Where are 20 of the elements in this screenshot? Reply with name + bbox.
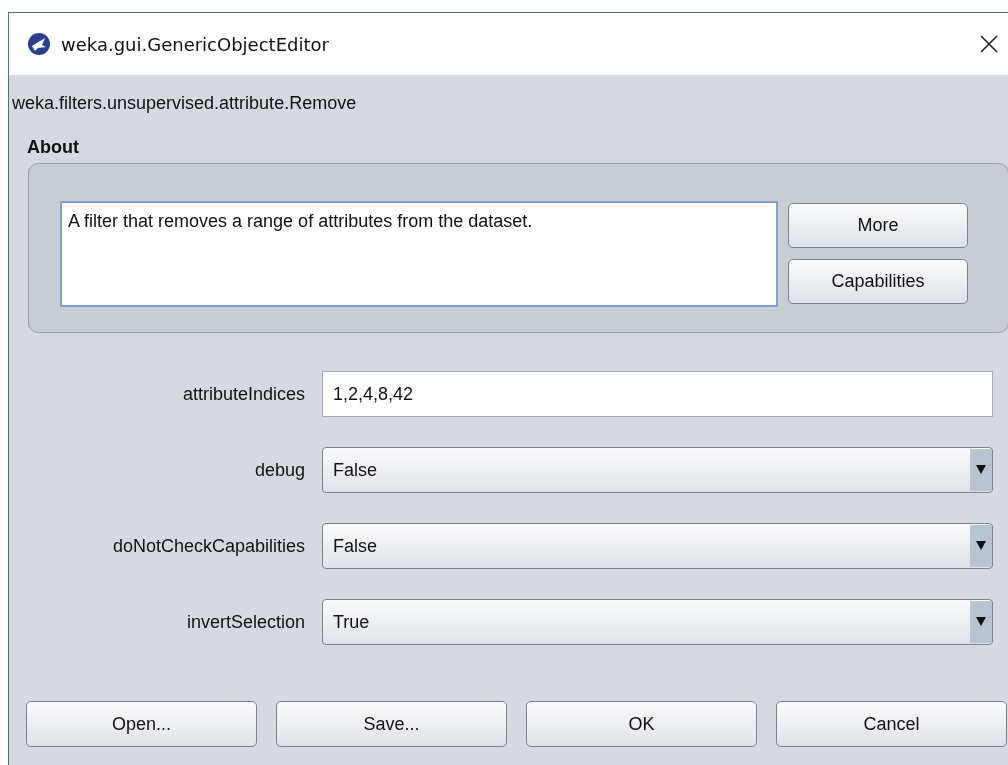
property-label: invertSelection: [185, 611, 305, 633]
dialog-button[interactable]: Save...: [276, 701, 507, 747]
dialog-button[interactable]: Open...: [26, 701, 257, 747]
property-label: debug: [253, 459, 305, 481]
about-button[interactable]: More: [788, 203, 968, 248]
dropdown[interactable]: False: [322, 523, 993, 569]
dropdown[interactable]: False: [322, 447, 993, 493]
dropdown[interactable]: True: [322, 599, 993, 645]
class-name: weka.filters.unsupervised.attribute.Remove: [11, 92, 358, 115]
close-icon[interactable]: [979, 34, 999, 54]
about-heading: About: [26, 136, 80, 159]
about-text-area[interactable]: A filter that removes a range of attributes from the dataset.: [60, 201, 778, 307]
about-button[interactable]: Capabilities: [788, 259, 968, 304]
dialog-button[interactable]: Cancel: [776, 701, 1007, 747]
text-field[interactable]: 1,2,4,8,42: [322, 371, 993, 417]
bird-icon: [27, 32, 51, 56]
dialog-button[interactable]: OK: [526, 701, 757, 747]
property-label: doNotCheckCapabilities: [111, 535, 305, 557]
property-label: attributeIndices: [181, 383, 305, 405]
window-title: weka.gui.GenericObjectEditor: [61, 33, 330, 55]
